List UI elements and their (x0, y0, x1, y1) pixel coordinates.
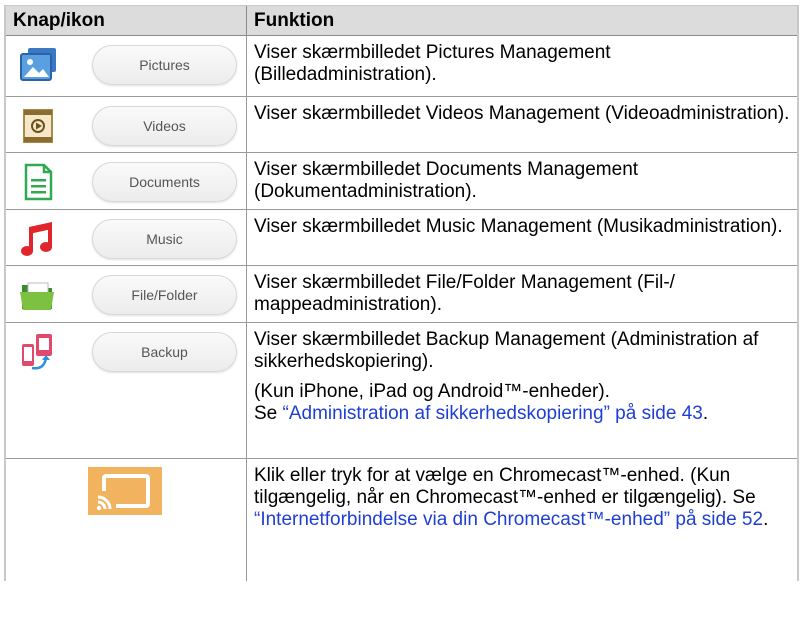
table-row: Music Viser skærmbilledet Music Manageme… (6, 210, 797, 266)
pictures-button[interactable]: Pictures (92, 45, 237, 85)
function-text: Viser skærmbilledet Pictures Management … (254, 42, 611, 85)
header-button-icon: Knap/ikon (6, 6, 247, 35)
backup-icon (22, 334, 52, 370)
table-row: File/Folder Viser skærmbilledet File/Fol… (6, 266, 797, 323)
note-text: (Kun iPhone, iPad og Android™-enheder). … (254, 381, 709, 424)
file-folder-icon (20, 282, 54, 310)
function-text: Viser skærmbilledet Videos Management (V… (254, 103, 790, 124)
table-row: Videos Viser skærmbilledet Videos Manage… (6, 97, 797, 153)
music-button[interactable]: Music (92, 219, 237, 259)
chromecast-button[interactable] (88, 467, 162, 515)
function-text: Viser skærmbilledet Backup Management (A… (254, 329, 759, 372)
function-text: Viser skærmbilledet Music Management (Mu… (254, 216, 783, 237)
function-table: Knap/ikon Funktion Pictures Viser skærmb… (4, 5, 799, 581)
music-icon (21, 222, 52, 256)
table-header: Knap/ikon Funktion (6, 5, 797, 36)
function-text: Klik eller tryk for at vælge en Chromeca… (254, 465, 756, 508)
chromecast-reference-link[interactable]: “Internetforbindelse via din Chromecast™… (254, 509, 763, 530)
pictures-icon (20, 48, 56, 81)
videos-button[interactable]: Videos (92, 106, 237, 146)
function-text: Viser skærmbilledet Documents Management… (254, 159, 639, 202)
backup-button[interactable]: Backup (92, 332, 237, 372)
file-folder-button[interactable]: File/Folder (92, 275, 237, 315)
backup-reference-link[interactable]: “Administration af sikkerhedskopiering” … (283, 403, 703, 424)
header-function: Funktion (254, 10, 335, 31)
documents-icon (24, 163, 53, 201)
table-row: Documents Viser skærmbilledet Documents … (6, 153, 797, 210)
documents-button[interactable]: Documents (92, 162, 237, 202)
table-row: Pictures Viser skærmbilledet Pictures Ma… (6, 36, 797, 97)
table-row: Klik eller tryk for at vælge en Chromeca… (6, 459, 797, 581)
function-text: Viser skærmbilledet File/Folder Manageme… (254, 272, 675, 315)
videos-icon (23, 109, 53, 143)
table-row: Backup Viser skærmbilledet Backup Manage… (6, 323, 797, 459)
chromecast-icon (96, 474, 150, 511)
